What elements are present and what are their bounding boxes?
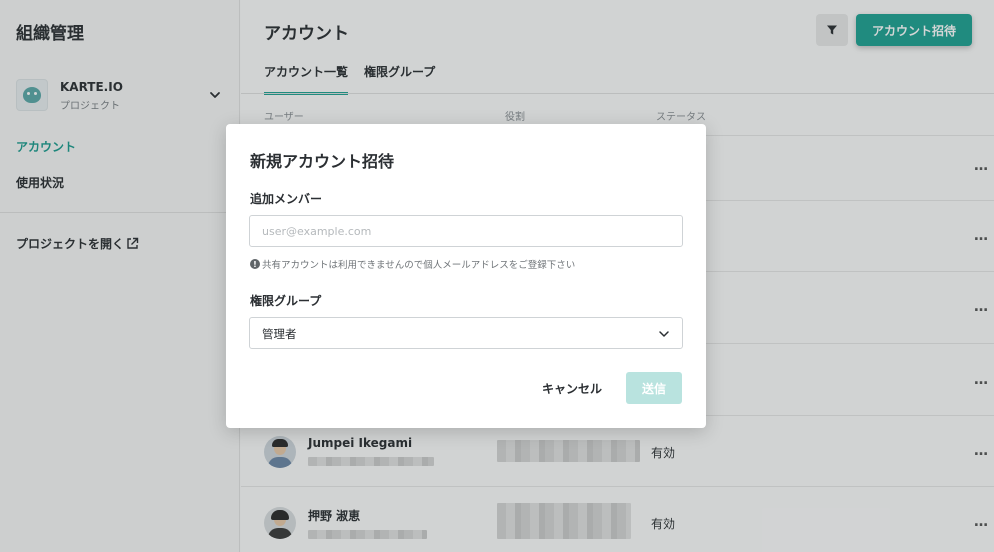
email-hint: ! 共有アカウントは利用できませんので個人メールアドレスをご登録下さい [250, 257, 575, 271]
email-input[interactable] [249, 215, 683, 247]
invite-account-dialog: 新規アカウント招待 追加メンバー ! 共有アカウントは利用できませんので個人メー… [226, 124, 706, 428]
chevron-down-icon [659, 331, 669, 337]
cancel-button[interactable]: キャンセル [530, 372, 614, 404]
member-field-label: 追加メンバー [250, 192, 323, 206]
info-icon: ! [250, 259, 260, 269]
group-field-label: 権限グループ [250, 294, 322, 308]
permission-group-value: 管理者 [262, 327, 297, 341]
permission-group-select[interactable]: 管理者 [249, 317, 683, 349]
send-button[interactable]: 送信 [626, 372, 682, 404]
email-hint-text: 共有アカウントは利用できませんので個人メールアドレスをご登録下さい [262, 260, 576, 271]
dialog-title: 新規アカウント招待 [250, 152, 395, 171]
